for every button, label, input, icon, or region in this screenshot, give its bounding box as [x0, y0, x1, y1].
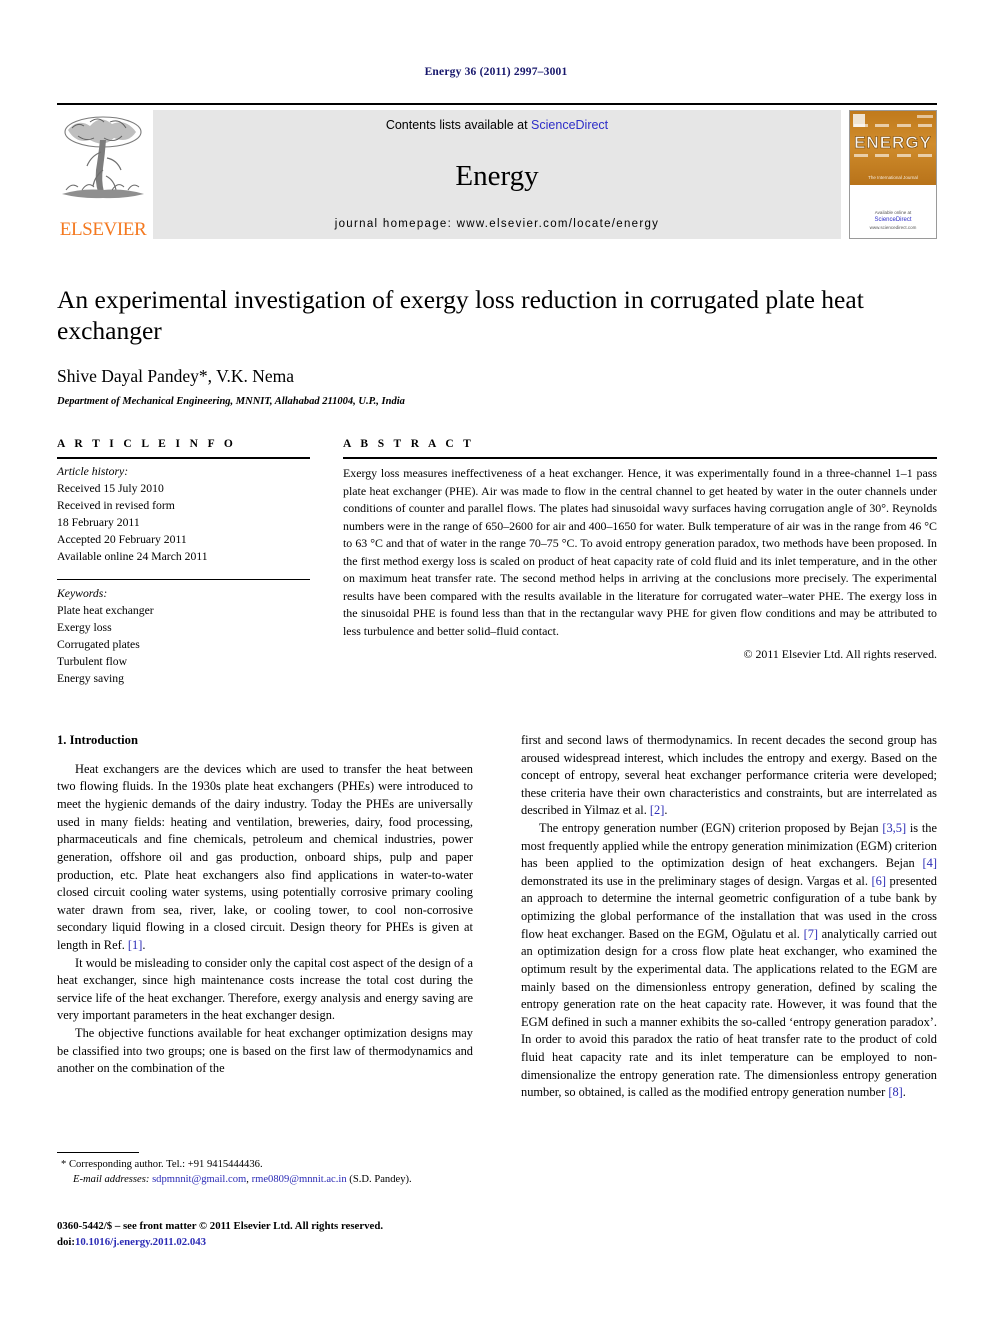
cover-topic-row-1 [854, 124, 932, 128]
abstract-text: Exergy loss measures ineffectiveness of … [343, 466, 937, 638]
affiliation: Department of Mechanical Engineering, MN… [57, 396, 405, 408]
body-column-left: 1. Introduction Heat exchangers are the … [57, 732, 473, 1102]
footnote-rule [57, 1152, 139, 1153]
journal-masthead: ELSEVIER Contents lists available at Sci… [57, 103, 937, 239]
keyword-item: Turbulent flow [57, 654, 128, 668]
cover-issn-bar [917, 115, 933, 118]
keyword-item: Energy saving [57, 671, 124, 685]
article-history-group: Article history: Received 15 July 2010 R… [57, 464, 310, 566]
paragraph-tail: . [664, 803, 668, 818]
history-item: Available online 24 March 2011 [57, 549, 208, 563]
issn-front-matter: 0360-5442/$ – see front matter © 2011 El… [57, 1220, 384, 1232]
cover-bottom-panel: Available online at ScienceDirect www.sc… [850, 184, 936, 238]
citation-ref[interactable]: [4] [923, 856, 937, 870]
paragraph-text: The objective functions available for he… [57, 1026, 473, 1076]
abstract-heading: A B S T R A C T [343, 438, 475, 450]
paragraph-text: The entropy generation number (EGN) crit… [539, 821, 883, 836]
history-item: Received 15 July 2010 [57, 481, 164, 495]
doi-value[interactable]: 10.1016/j.energy.2011.02.043 [75, 1236, 206, 1248]
cover-sd-prefix: Available online at [874, 209, 912, 215]
body-column-right: first and second laws of thermodynamics.… [521, 732, 937, 1102]
keywords-group: Keywords: Plate heat exchanger Exergy lo… [57, 580, 310, 688]
paragraph: The entropy generation number (EGN) crit… [521, 820, 937, 1102]
cover-sciencedirect-block: Available online at ScienceDirect www.sc… [850, 210, 936, 233]
elsevier-logo: ELSEVIER [57, 110, 153, 239]
journal-homepage[interactable]: journal homepage: www.elsevier.com/locat… [335, 218, 660, 230]
doi-line: doi:10.1016/j.energy.2011.02.043 [57, 1234, 527, 1250]
keywords-label: Keywords: [57, 586, 108, 600]
paragraph-text: first and second laws of thermodynamics.… [521, 733, 937, 818]
abstract-copyright: © 2011 Elsevier Ltd. All rights reserved… [743, 647, 937, 661]
sciencedirect-link[interactable]: ScienceDirect [531, 118, 608, 132]
journal-cover-thumbnail: ENERGY The International Journal Availab… [849, 110, 937, 239]
email-label: E-mail addresses: [73, 1174, 150, 1186]
citation-ref[interactable]: [8] [888, 1085, 902, 1099]
paragraph: The objective functions available for he… [57, 1025, 473, 1078]
keyword-item: Plate heat exchanger [57, 603, 154, 617]
email-owner: (S.D. Pandey). [346, 1174, 412, 1186]
imprint-block: 0360-5442/$ – see front matter © 2011 El… [57, 1218, 527, 1250]
article-history-label: Article history: [57, 465, 129, 478]
paragraph-text: It would be misleading to consider only … [57, 955, 473, 1023]
paragraph-text: Heat exchangers are the devices which ar… [57, 761, 473, 952]
journal-title: Energy [455, 159, 539, 192]
article-info-heading: A R T I C L E I N F O [57, 438, 237, 450]
keyword-item: Corrugated plates [57, 637, 140, 651]
article-info-body: Article history: Received 15 July 2010 R… [57, 459, 310, 688]
abstract-column: A B S T R A C T Exergy loss measures ine… [343, 438, 937, 701]
info-abstract-row: A R T I C L E I N F O Article history: R… [57, 438, 937, 701]
title-block: An experimental investigation of exergy … [57, 284, 937, 407]
paragraph: It would be misleading to consider only … [57, 955, 473, 1025]
paragraph-text: demonstrated its use in the preliminary … [521, 873, 872, 888]
body-columns: 1. Introduction Heat exchangers are the … [57, 732, 937, 1102]
cover-subtitle: The International Journal [868, 174, 918, 180]
cover-topic-row-2 [854, 153, 932, 157]
cover-sd-name: ScienceDirect [874, 217, 912, 224]
cover-title: ENERGY [854, 133, 932, 153]
citation-ref[interactable]: [6] [872, 874, 886, 888]
elsevier-tree-icon [62, 116, 144, 199]
citation-ref[interactable]: [7] [804, 927, 818, 941]
history-item: Accepted 20 February 2011 [57, 532, 187, 546]
email-link-2[interactable]: rme0809@mnnit.ac.in [252, 1174, 347, 1185]
article-info-column: A R T I C L E I N F O Article history: R… [57, 438, 310, 701]
author-list: Shive Dayal Pandey*, V.K. Nema [57, 366, 295, 387]
email-link-1[interactable]: sdpmnnit@gmail.com [152, 1174, 246, 1185]
corresponding-author-note: * Corresponding author. Tel.: +91 941544… [61, 1159, 263, 1170]
cover-top-panel: ENERGY The International Journal [850, 111, 936, 185]
doi-label: doi: [57, 1236, 75, 1249]
paragraph: first and second laws of thermodynamics.… [521, 732, 937, 820]
section-title-introduction: 1. Introduction [57, 733, 138, 747]
paper-title: An experimental investigation of exergy … [57, 285, 864, 346]
citation-ref[interactable]: [1] [128, 938, 142, 952]
paragraph-text: analytically carried out an optimization… [521, 926, 937, 1100]
keyword-item: Exergy loss [57, 620, 112, 634]
paragraph-tail: . [142, 937, 146, 952]
email-note: E-mail addresses: sdpmnnit@gmail.com, rm… [57, 1172, 473, 1187]
contents-available-line: Contents lists available at ScienceDirec… [386, 118, 608, 132]
elsevier-wordmark: ELSEVIER [59, 219, 147, 240]
citation-ref[interactable]: [3,5] [882, 821, 906, 835]
cover-sd-url: www.sciencedirect.com [869, 225, 917, 231]
running-head: Energy 36 (2011) 2997–3001 [424, 66, 568, 78]
paper-page: Energy 36 (2011) 2997–3001 ELSEVIER Cont… [0, 0, 992, 1323]
citation-ref[interactable]: [2] [650, 803, 664, 817]
paragraph-segments: The entropy generation number (EGN) crit… [521, 821, 937, 1099]
masthead-center: Contents lists available at ScienceDirec… [153, 110, 841, 239]
footnote-block: * Corresponding author. Tel.: +91 941544… [57, 1152, 473, 1188]
history-item: Received in revised form [57, 498, 175, 512]
paragraph-text: . [902, 1085, 906, 1100]
paragraph: Heat exchangers are the devices which ar… [57, 761, 473, 955]
history-item: 18 February 2011 [57, 515, 140, 529]
contents-prefix: Contents lists available at [385, 118, 532, 132]
